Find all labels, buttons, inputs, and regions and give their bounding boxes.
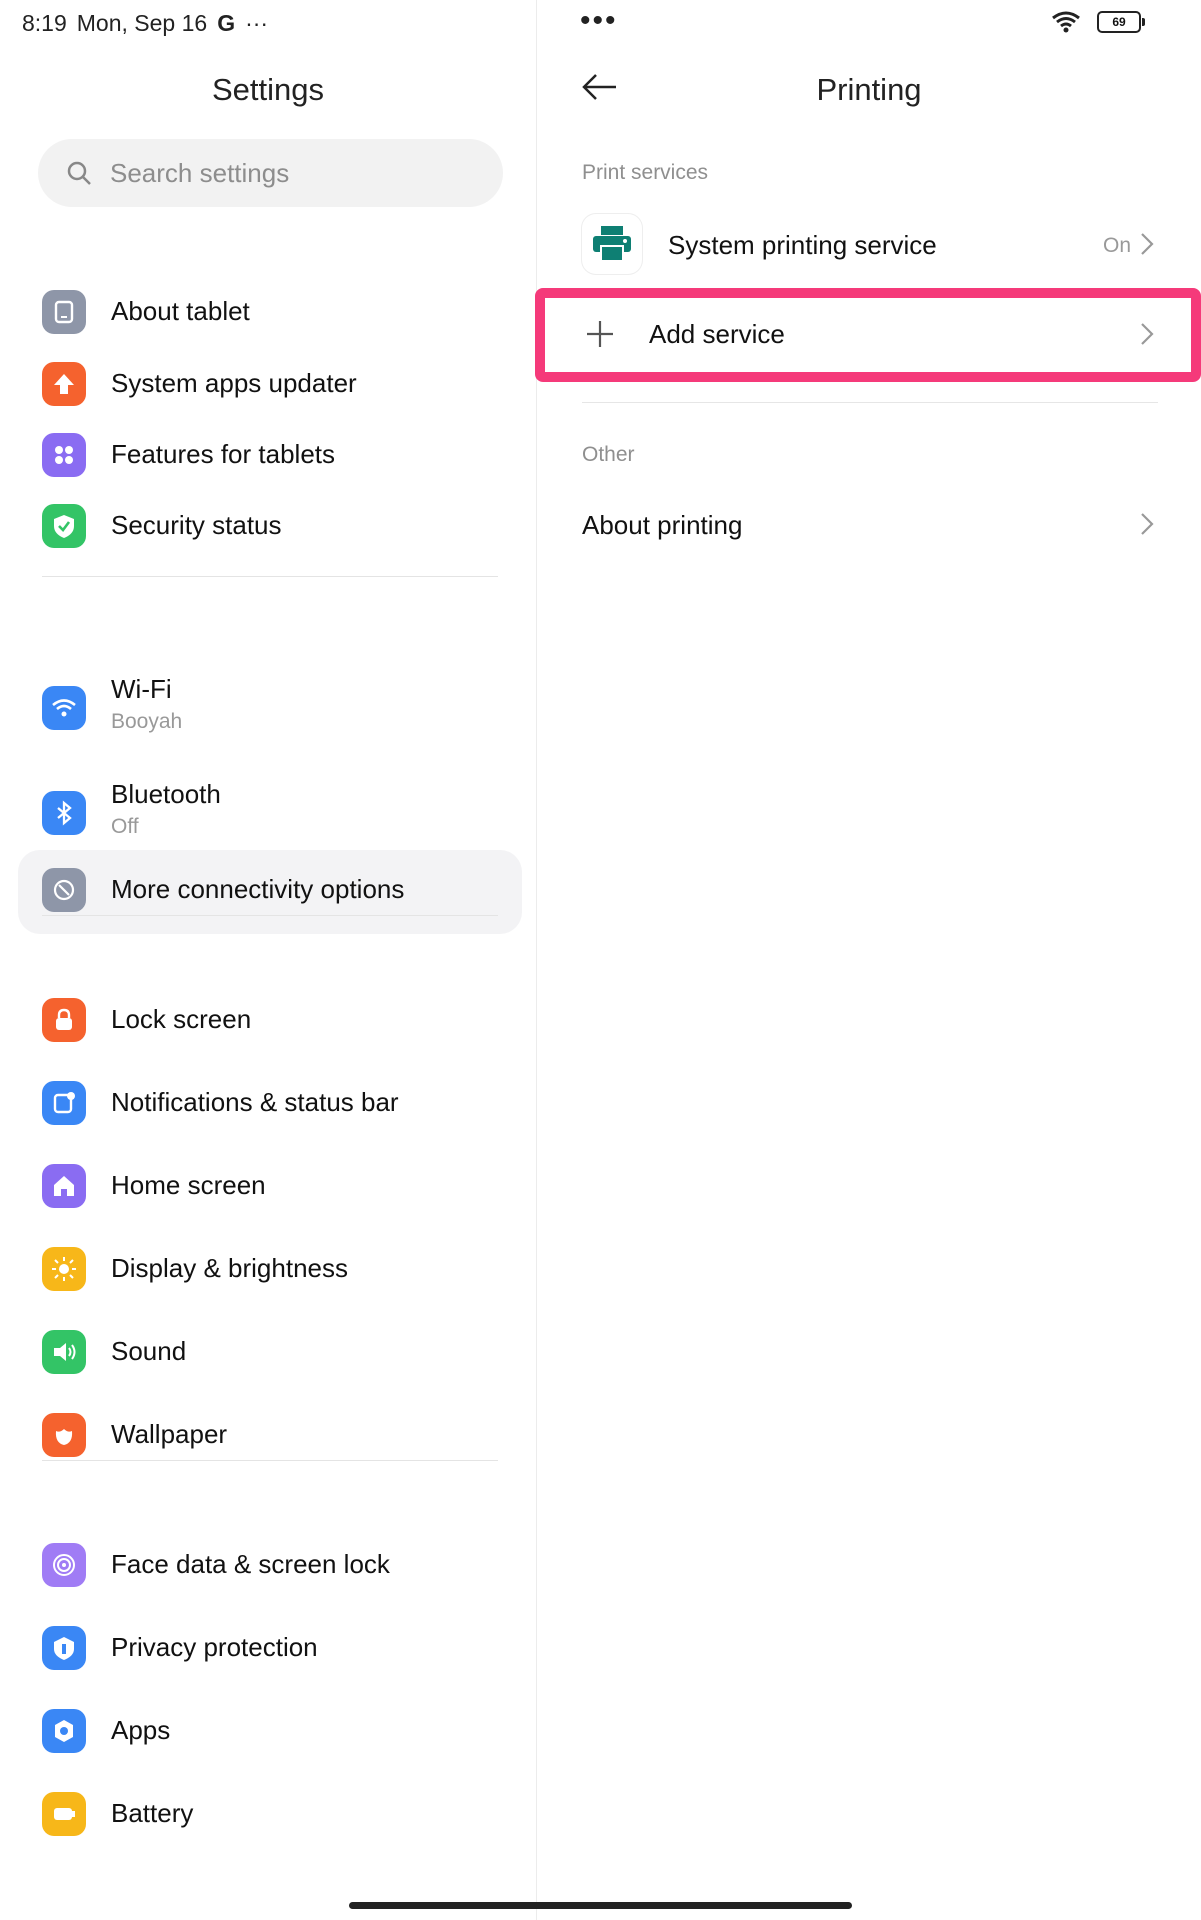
settings-item-lock-screen[interactable]: Lock screen [0, 980, 536, 1060]
settings-item-about-tablet[interactable]: About tablet [0, 272, 536, 352]
arrow-up-icon [42, 362, 86, 406]
battery-level: 69 [1112, 15, 1126, 29]
settings-item-label: About tablet [111, 296, 250, 326]
settings-item-system-apps-updater[interactable]: System apps updater [0, 344, 536, 424]
settings-item-apps[interactable]: Apps [0, 1691, 536, 1771]
gear-icon [42, 1709, 86, 1753]
settings-item-features-for-tablets[interactable]: Features for tablets [0, 415, 536, 495]
flower-icon [42, 1413, 86, 1457]
search-placeholder: Search settings [110, 157, 290, 188]
settings-item-label: Privacy protection [111, 1632, 318, 1662]
settings-item-label: Notifications & status bar [111, 1087, 399, 1117]
chevron-right-icon [1141, 233, 1154, 255]
home-icon [42, 1164, 86, 1208]
settings-item-label: Home screen [111, 1170, 266, 1200]
divider [42, 1460, 498, 1461]
settings-item-label: Battery [111, 1798, 194, 1828]
privacy-icon [42, 1626, 86, 1670]
settings-item-face-data-screen-lock[interactable]: Face data & screen lock [0, 1525, 536, 1605]
grid-icon [42, 433, 86, 477]
about-printing-label: About printing [582, 510, 743, 540]
other-header: Other [582, 443, 635, 466]
settings-item-sublabel: Off [111, 815, 139, 838]
service-name: System printing service [668, 230, 937, 260]
highlight-box [535, 288, 1201, 382]
lock-icon [42, 998, 86, 1042]
settings-item-label: Bluetooth [111, 779, 221, 809]
chevron-right-icon [1141, 513, 1154, 535]
link-icon [42, 868, 86, 912]
speaker-icon [42, 1330, 86, 1374]
settings-item-label: Apps [111, 1715, 171, 1745]
settings-item-privacy-protection[interactable]: Privacy protection [0, 1608, 536, 1688]
settings-item-home-screen[interactable]: Home screen [0, 1146, 536, 1226]
wifi-icon [42, 686, 86, 730]
sun-icon [42, 1247, 86, 1291]
divider [42, 576, 498, 577]
settings-title: Settings [211, 72, 324, 107]
battery-icon [42, 1792, 86, 1836]
settings-item-label: System apps updater [111, 368, 357, 398]
tablet-icon [42, 290, 86, 334]
printing-title: Printing [816, 72, 922, 107]
settings-item-battery[interactable]: Battery [0, 1774, 536, 1854]
fingerprint-icon [42, 1543, 86, 1587]
battery-status-icon: 69 [1097, 11, 1145, 33]
multitask-dots-icon[interactable]: ••• [580, 4, 618, 38]
printer-icon [582, 214, 642, 274]
status-bar-right: 69 [1051, 10, 1145, 34]
settings-item-label: Face data & screen lock [111, 1549, 390, 1579]
settings-item-more-connectivity-options[interactable]: More connectivity options [0, 850, 536, 930]
settings-item-wi-fi[interactable]: Wi-Fi Booyah [0, 660, 536, 740]
settings-item-label: Sound [111, 1336, 187, 1366]
shield-check-icon [42, 504, 86, 548]
settings-item-label: More connectivity options [111, 874, 405, 904]
settings-item-sound[interactable]: Sound [0, 1312, 536, 1392]
bluetooth-icon [42, 791, 86, 835]
home-indicator[interactable] [349, 1902, 852, 1909]
settings-item-notifications-status-bar[interactable]: Notifications & status bar [0, 1063, 536, 1143]
settings-item-label: Wi-Fi [111, 674, 172, 704]
settings-item-sublabel: Booyah [111, 710, 183, 733]
wifi-status-icon [1052, 11, 1080, 33]
divider [582, 402, 1158, 403]
settings-item-display-brightness[interactable]: Display & brightness [0, 1229, 536, 1309]
print-services-header: Print services [582, 161, 709, 184]
settings-item-label: Features for tablets [111, 439, 335, 469]
settings-item-label: Display & brightness [111, 1253, 348, 1283]
settings-item-label: Security status [111, 510, 282, 540]
settings-item-bluetooth[interactable]: Bluetooth Off [0, 765, 536, 845]
settings-item-wallpaper[interactable]: Wallpaper [0, 1395, 536, 1475]
divider [42, 915, 498, 916]
settings-item-label: Wallpaper [111, 1419, 228, 1449]
settings-pane: Settings Search settings About tablet Sy… [0, 0, 537, 1920]
search-bar[interactable]: Search settings [38, 139, 503, 207]
settings-item-label: Lock screen [111, 1004, 252, 1034]
notification-icon [42, 1081, 86, 1125]
settings-item-security-status[interactable]: Security status [0, 486, 536, 566]
search-icon [67, 161, 91, 185]
service-status: On [1103, 234, 1132, 257]
